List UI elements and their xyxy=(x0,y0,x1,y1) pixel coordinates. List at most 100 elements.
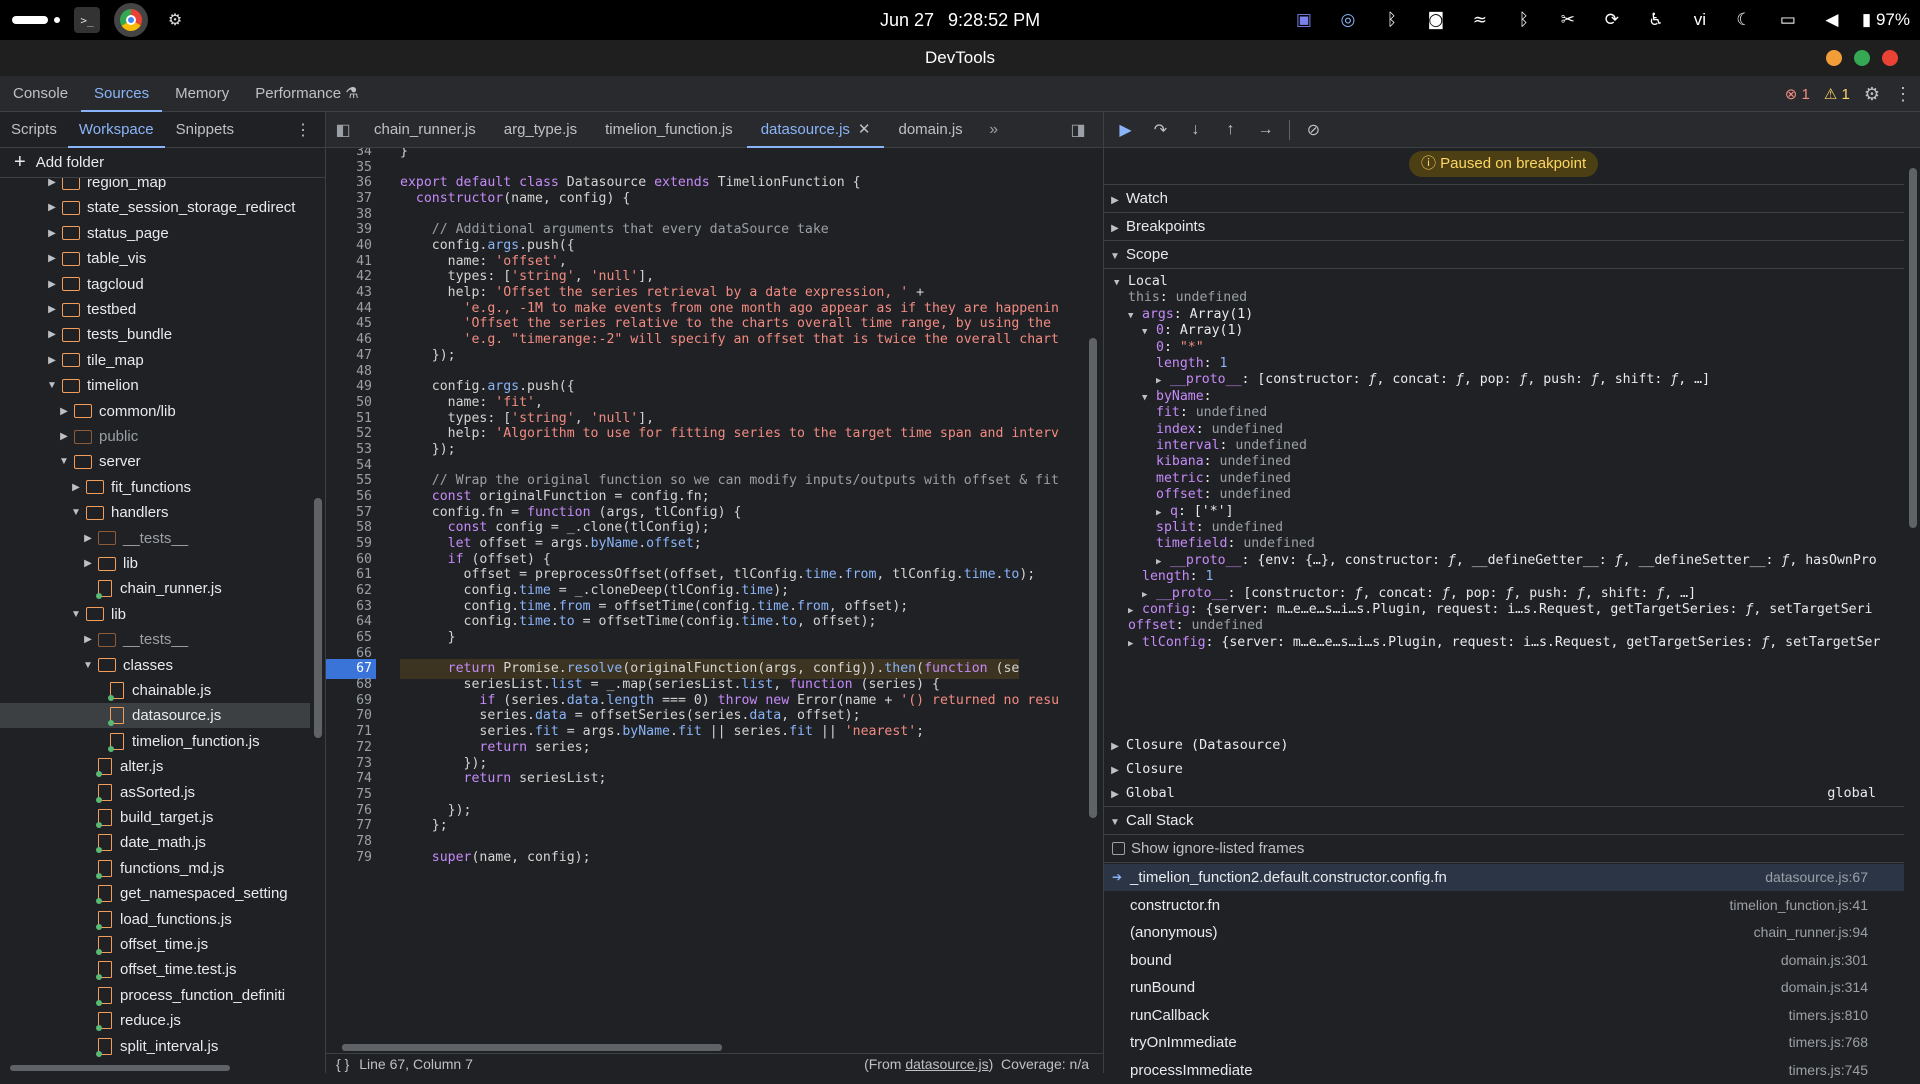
settings-gear-icon[interactable]: ⚙ xyxy=(162,7,188,33)
deactivate-breakpoints-icon[interactable]: ⊘ xyxy=(1302,120,1325,140)
closure-section[interactable]: ▶ Closure xyxy=(1104,756,1904,782)
navigator-hscrollbar[interactable] xyxy=(0,1063,310,1073)
scope-variable[interactable]: ▶ tlConfig: {server: m…e…e…s…i…s.Plugin, … xyxy=(1128,633,1880,653)
show-ignored-frames[interactable]: Show ignore-listed frames xyxy=(1104,836,1904,862)
tree-folder[interactable]: ▶ tile_map xyxy=(0,348,310,373)
call-frame-location[interactable]: datasource.js:67 xyxy=(1765,864,1868,891)
night-mode-icon[interactable]: ☾ xyxy=(1722,10,1766,30)
close-button[interactable] xyxy=(1882,50,1898,66)
call-frame-location[interactable]: domain.js:314 xyxy=(1781,974,1868,1001)
editor-hscrollbar[interactable] xyxy=(326,1041,1086,1053)
settings-icon[interactable]: ⚙ xyxy=(1864,84,1880,105)
expand-right-icon[interactable]: ▶ xyxy=(82,558,94,569)
tree-file[interactable]: build_target.js xyxy=(0,805,310,830)
tree-file[interactable]: offset_time.test.js xyxy=(0,957,310,982)
line-number[interactable]: 79 xyxy=(326,848,372,868)
tree-folder[interactable]: ▶ __tests__ xyxy=(0,526,310,551)
accessibility-icon[interactable]: ♿ xyxy=(1634,10,1678,30)
expand-right-icon[interactable]: ▶ xyxy=(46,279,58,290)
tree-file[interactable]: chain_runner.js xyxy=(0,576,310,601)
tree-file[interactable]: split_interval.js xyxy=(0,1034,310,1059)
battery-indicator[interactable]: ▮ 97% xyxy=(1862,10,1910,30)
tree-file[interactable]: alter.js xyxy=(0,754,310,779)
tree-file[interactable]: chainable.js xyxy=(0,678,310,703)
feather-icon[interactable]: ≈ xyxy=(1458,10,1502,30)
toggle-debugger-icon[interactable]: ◨ xyxy=(1061,120,1095,140)
teams-icon[interactable]: ▣ xyxy=(1282,10,1326,30)
tree-file[interactable]: get_namespaced_setting xyxy=(0,881,310,906)
tab-console[interactable]: Console xyxy=(0,76,81,112)
closure-datasource-section[interactable]: ▶ Closure (Datasource) xyxy=(1104,732,1904,758)
call-frame-location[interactable]: timers.js:745 xyxy=(1789,1057,1868,1084)
expand-right-icon[interactable]: ▶ xyxy=(46,329,58,340)
call-frame[interactable]: processImmediate timers.js:745 xyxy=(1104,1057,1904,1084)
expand-right-icon[interactable]: ▶ xyxy=(82,634,94,645)
source-link[interactable]: datasource.js xyxy=(905,1056,988,1072)
more-options-icon[interactable]: ⋮ xyxy=(1894,84,1912,105)
call-frame[interactable]: constructor.fn timelion_function.js:41 xyxy=(1104,892,1904,919)
expand-right-icon[interactable]: ▶ xyxy=(46,178,58,188)
editor-scrollbar[interactable] xyxy=(1086,148,1100,1041)
tab-chain-runner[interactable]: chain_runner.js xyxy=(360,112,490,148)
tree-folder[interactable]: ▼ lib xyxy=(0,602,310,627)
call-frame[interactable]: runBound domain.js:314 xyxy=(1104,974,1904,1001)
call-frame-location[interactable]: timers.js:810 xyxy=(1789,1002,1868,1029)
resume-icon[interactable]: ▶ xyxy=(1114,120,1137,140)
debugger-scrollbar[interactable] xyxy=(1906,148,1920,1073)
terminal-icon[interactable]: >_ xyxy=(74,7,100,33)
code-line[interactable]: 79 super(name, config); xyxy=(326,848,1086,868)
step-over-icon[interactable]: ↷ xyxy=(1149,120,1172,140)
navigator-menu-icon[interactable]: ⋮ xyxy=(295,120,311,140)
global-section[interactable]: ▶ Global global xyxy=(1104,780,1904,806)
tree-folder[interactable]: ▶ fit_functions xyxy=(0,475,310,500)
call-frame-location[interactable]: timers.js:768 xyxy=(1789,1029,1868,1056)
watch-section[interactable]: ▶ Watch xyxy=(1104,186,1904,212)
scope-variable[interactable]: ▶ __proto__: {env: {…}, constructor: ƒ, _… xyxy=(1156,551,1877,571)
tree-file[interactable]: load_functions.js xyxy=(0,907,310,932)
tree-folder[interactable]: ▼ server xyxy=(0,449,310,474)
call-frame-location[interactable]: chain_runner.js:94 xyxy=(1754,919,1868,946)
expand-right-icon[interactable]: ▶ xyxy=(46,228,58,239)
show-ignored-checkbox[interactable] xyxy=(1112,842,1125,855)
step-into-icon[interactable]: ↓ xyxy=(1184,121,1207,139)
tree-folder[interactable]: ▶ state_session_storage_redirect xyxy=(0,195,310,220)
tree-folder[interactable]: ▶ lib xyxy=(0,551,310,576)
tree-folder[interactable]: ▶ tests_bundle xyxy=(0,322,310,347)
close-tab-icon[interactable]: ✕ xyxy=(858,121,871,138)
call-frame-location[interactable]: domain.js:301 xyxy=(1781,947,1868,974)
scope-variable[interactable]: ▶ __proto__: [constructor: ƒ, concat: ƒ, … xyxy=(1156,370,1710,390)
volume-icon[interactable]: ◀ xyxy=(1810,10,1854,30)
expand-down-icon[interactable]: ▼ xyxy=(82,660,94,671)
expand-right-icon[interactable]: ▶ xyxy=(82,533,94,544)
tree-file[interactable]: date_math.js xyxy=(0,830,310,855)
step-out-icon[interactable]: ↑ xyxy=(1219,121,1242,139)
code-area[interactable]: 34} 35 36 export default class Datasource e… xyxy=(326,148,1086,1041)
tree-file[interactable]: offset_time.js xyxy=(0,932,310,957)
scope-section[interactable]: ▼ Scope xyxy=(1104,242,1904,268)
bluetooth-icon[interactable]: ᛒ xyxy=(1370,10,1414,30)
bluetooth-icon-2[interactable]: ᛒ xyxy=(1502,10,1546,30)
tree-file[interactable]: process_function_definiti xyxy=(0,983,310,1008)
tab-sources[interactable]: Sources xyxy=(81,76,163,112)
expand-right-icon[interactable]: ▶ xyxy=(58,431,70,442)
call-frame[interactable]: (anonymous) chain_runner.js:94 xyxy=(1104,919,1904,946)
tab-domain[interactable]: domain.js xyxy=(884,112,976,148)
step-icon[interactable]: → xyxy=(1254,121,1277,139)
expand-right-icon[interactable]: ▶ xyxy=(46,253,58,264)
expand-right-icon[interactable]: ▶ xyxy=(46,304,58,315)
chrome-icon[interactable] xyxy=(114,3,148,37)
more-tabs-icon[interactable]: » xyxy=(977,121,1011,139)
toggle-navigator-icon[interactable]: ◧ xyxy=(326,120,360,140)
tree-folder[interactable]: ▼ classes xyxy=(0,653,310,678)
tab-performance[interactable]: Performance ⚗ xyxy=(242,76,372,112)
maximize-button[interactable] xyxy=(1854,50,1870,66)
navigator-scrollbar[interactable] xyxy=(312,178,324,1063)
tree-folder[interactable]: ▼ timelion xyxy=(0,373,310,398)
check-circle-icon[interactable]: ◎ xyxy=(1326,10,1370,30)
tree-folder[interactable]: ▼ handlers xyxy=(0,500,310,525)
expand-down-icon[interactable]: ▼ xyxy=(46,380,58,391)
expand-down-icon[interactable]: ▼ xyxy=(58,456,70,467)
expand-right-icon[interactable]: ▶ xyxy=(46,202,58,213)
tab-timelion-function[interactable]: timelion_function.js xyxy=(591,112,747,148)
screen-icon[interactable]: ▭ xyxy=(1766,10,1810,30)
